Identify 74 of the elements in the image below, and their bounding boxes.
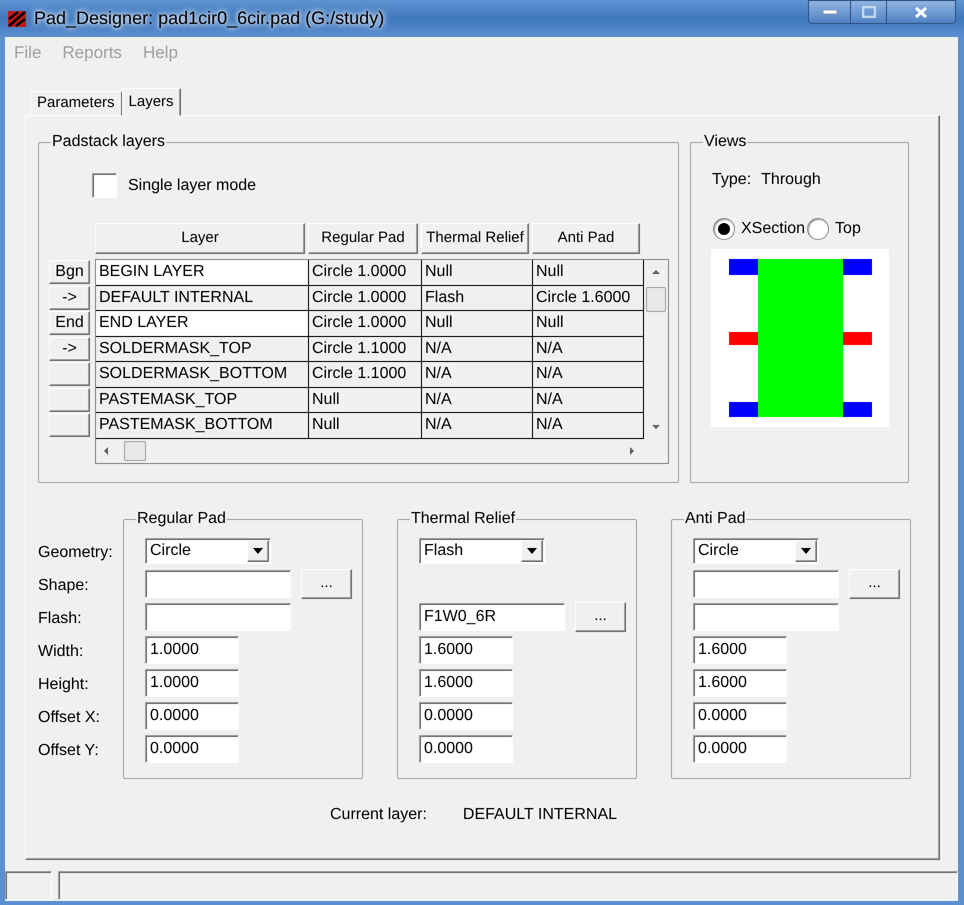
input-field[interactable]: 1.6000 bbox=[419, 668, 513, 696]
browse-button[interactable]: ... bbox=[575, 602, 626, 632]
field-label: Shape: bbox=[38, 576, 89, 596]
geometry-dropdown[interactable]: Circle bbox=[693, 538, 819, 564]
minimize-button[interactable] bbox=[809, 1, 851, 23]
field-label: Height: bbox=[38, 674, 89, 694]
row-button[interactable]: Bgn bbox=[49, 260, 90, 284]
input-field[interactable]: 1.6000 bbox=[693, 668, 787, 696]
browse-button[interactable]: ... bbox=[849, 568, 900, 598]
input-field[interactable]: 1.0000 bbox=[145, 636, 239, 664]
row-button[interactable]: End bbox=[49, 311, 90, 335]
current-layer-label: Current layer: bbox=[330, 805, 427, 825]
geometry-dropdown[interactable]: Circle bbox=[145, 538, 271, 564]
column-header[interactable]: Thermal Relief bbox=[421, 223, 529, 254]
input-field[interactable] bbox=[693, 570, 839, 598]
column-header[interactable]: Anti Pad bbox=[532, 223, 640, 254]
checkbox-label: Single layer mode bbox=[128, 176, 256, 196]
type-value: Through bbox=[761, 170, 821, 190]
input-field[interactable] bbox=[145, 602, 291, 630]
group-title: Padstack layers bbox=[51, 132, 166, 152]
field-label: Flash: bbox=[38, 608, 82, 628]
input-field[interactable]: 0.0000 bbox=[419, 734, 513, 762]
scroll-thumb[interactable] bbox=[124, 440, 146, 460]
close-icon bbox=[914, 6, 928, 18]
input-field[interactable] bbox=[693, 602, 839, 630]
row-button[interactable] bbox=[49, 413, 90, 437]
radio-button[interactable] bbox=[807, 218, 830, 240]
group-title: Regular Pad bbox=[136, 509, 227, 529]
field-label: Geometry: bbox=[38, 542, 113, 562]
input-field[interactable]: 1.6000 bbox=[419, 636, 513, 664]
close-button[interactable] bbox=[887, 1, 955, 23]
status-panel bbox=[5, 871, 52, 900]
column-header[interactable]: Layer bbox=[95, 223, 305, 254]
radio-label: XSection bbox=[741, 219, 806, 239]
input-field[interactable]: 0.0000 bbox=[693, 734, 787, 762]
browse-button[interactable]: ... bbox=[301, 568, 352, 598]
dropdown-arrow-icon bbox=[527, 548, 537, 554]
window-title: Pad_Designer: pad1cir0_6cir.pad (G:/study) bbox=[34, 7, 384, 30]
field-label: Offset X: bbox=[38, 708, 100, 728]
tab[interactable]: Parameters bbox=[30, 91, 122, 116]
row-button[interactable]: -> bbox=[49, 336, 90, 360]
row-button[interactable] bbox=[49, 388, 90, 412]
table-cell: BEGIN LAYER bbox=[96, 260, 309, 284]
input-field[interactable]: F1W0_6R bbox=[419, 602, 565, 630]
input-field[interactable]: 0.0000 bbox=[419, 702, 513, 730]
row-button[interactable] bbox=[49, 362, 90, 386]
dropdown-arrow-icon bbox=[801, 548, 811, 554]
field-label: Offset Y: bbox=[38, 740, 99, 760]
input-field[interactable]: 1.6000 bbox=[693, 636, 787, 664]
column-header[interactable]: Regular Pad bbox=[308, 223, 418, 254]
input-field[interactable]: 0.0000 bbox=[693, 702, 787, 730]
group-title: Thermal Relief bbox=[410, 509, 516, 529]
input-field[interactable]: 1.0000 bbox=[145, 668, 239, 696]
radio-label: Top bbox=[835, 219, 861, 239]
field-label: Width: bbox=[38, 642, 84, 662]
scroll-thumb[interactable] bbox=[646, 287, 666, 312]
geometry-dropdown[interactable]: Flash bbox=[419, 538, 545, 564]
row-button[interactable]: -> bbox=[49, 286, 90, 310]
input-field[interactable]: 0.0000 bbox=[145, 702, 239, 730]
checkbox[interactable] bbox=[92, 173, 117, 198]
maximize-button[interactable] bbox=[851, 1, 887, 23]
group-title: Anti Pad bbox=[684, 509, 746, 529]
tab[interactable]: Layers bbox=[122, 88, 181, 116]
group-title: Views bbox=[703, 132, 748, 152]
input-field[interactable] bbox=[145, 570, 291, 598]
input-field[interactable]: 0.0000 bbox=[145, 734, 239, 762]
type-label: Type: bbox=[712, 170, 752, 190]
table-cell: END LAYER bbox=[96, 311, 309, 336]
radio-button[interactable] bbox=[713, 218, 735, 240]
dropdown-arrow-icon bbox=[253, 548, 263, 554]
minimize-icon bbox=[822, 10, 836, 14]
current-layer-value: DEFAULT INTERNAL bbox=[462, 805, 618, 825]
horizontal-scrollbar[interactable] bbox=[96, 438, 644, 462]
maximize-icon bbox=[862, 6, 876, 18]
